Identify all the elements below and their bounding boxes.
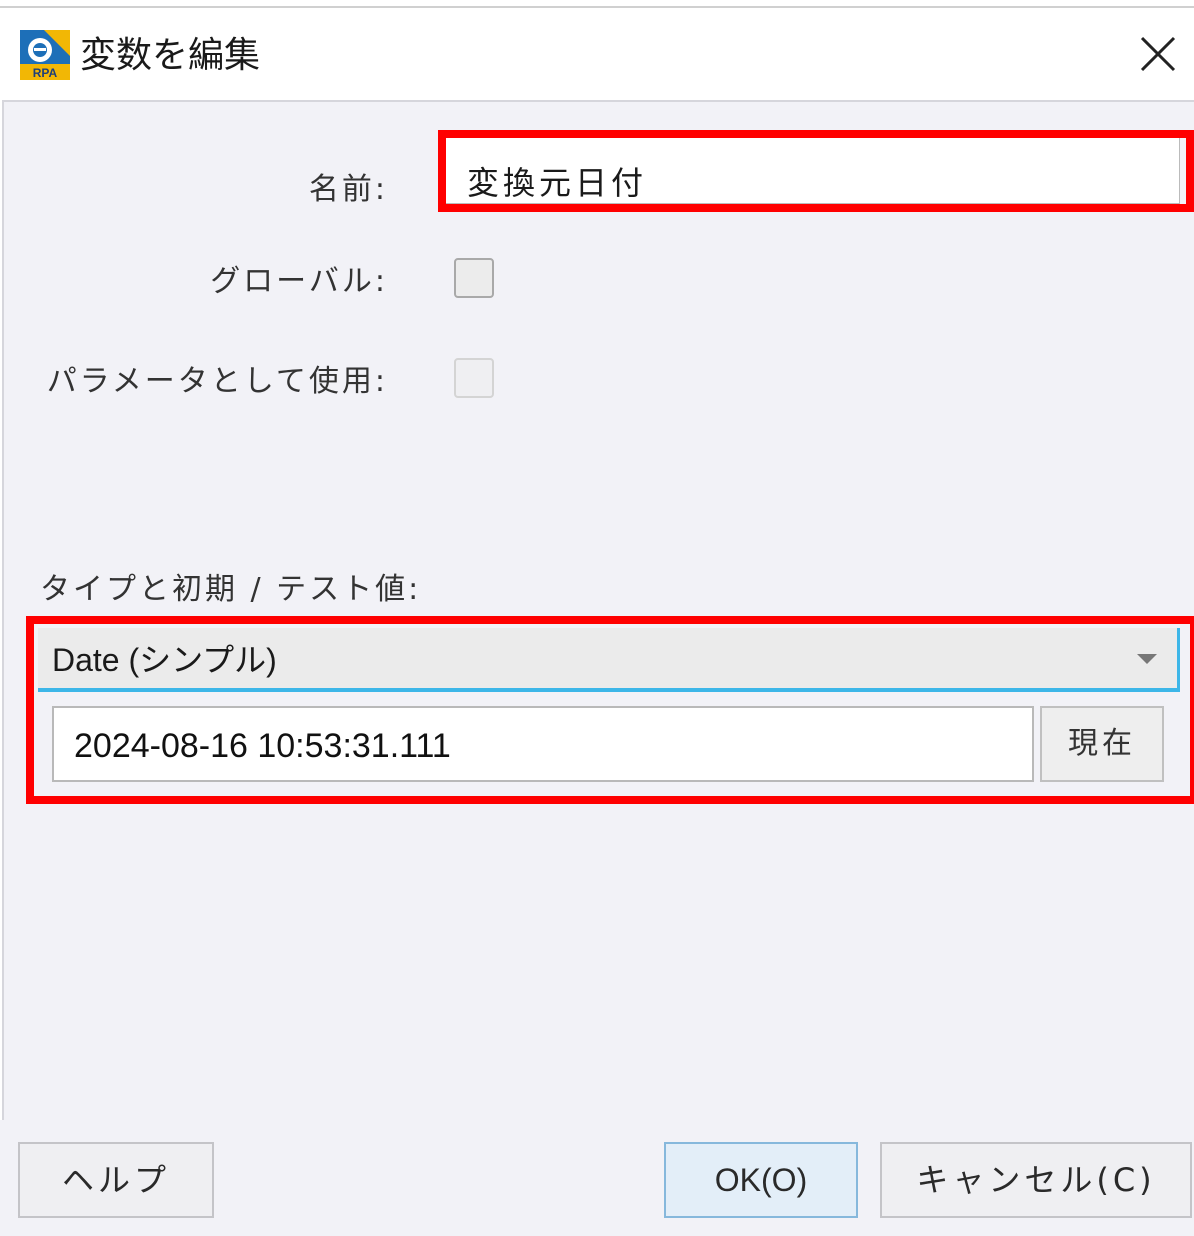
rpa-app-icon: RPA — [20, 30, 70, 80]
cancel-button[interactable]: キャンセル(C) — [880, 1142, 1192, 1218]
global-checkbox[interactable] — [454, 258, 494, 298]
dialog-title: 変数を編集 — [80, 35, 261, 76]
name-field[interactable]: 変換元日付 — [444, 134, 1180, 204]
dialog-footer: ヘルプ OK(O) キャンセル(C) — [0, 1120, 1194, 1236]
close-icon[interactable] — [1136, 32, 1180, 76]
now-button[interactable]: 現在 — [1040, 706, 1164, 782]
use-as-parameter-checkbox[interactable] — [454, 358, 494, 398]
title-bar: RPA 変数を編集 — [0, 6, 1194, 102]
form-pane: 名前: 変換元日付 グローバル: パラメータとして使用: タイプと初期 / テス… — [2, 100, 1194, 1122]
help-button[interactable]: ヘルプ — [18, 1142, 214, 1218]
app-icon-text: RPA — [33, 66, 58, 80]
chevron-down-icon — [1137, 654, 1157, 664]
use-as-parameter-label: パラメータとして使用: — [46, 364, 388, 399]
edit-variable-dialog: RPA 変数を編集 名前: 変換元日付 グローバル: パラメータとして使用: タ… — [0, 0, 1194, 1236]
type-dropdown-value: Date (シンプル) — [52, 642, 277, 678]
type-section-label: タイプと初期 / テスト値: — [40, 572, 422, 607]
type-dropdown[interactable]: Date (シンプル) — [38, 628, 1180, 692]
ok-button[interactable]: OK(O) — [664, 1142, 858, 1218]
global-label: グローバル: — [210, 264, 388, 299]
name-label: 名前: — [308, 172, 388, 207]
date-value-field[interactable]: 2024-08-16 10:53:31.111 — [52, 706, 1034, 782]
